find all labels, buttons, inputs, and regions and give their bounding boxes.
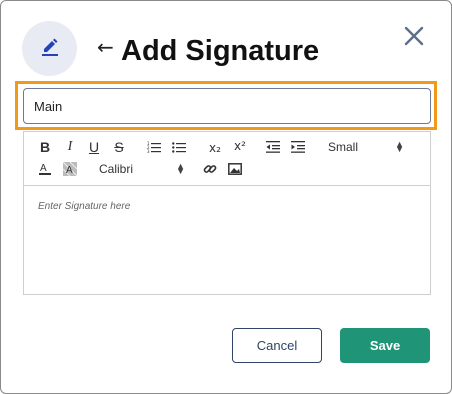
superscript-icon[interactable]: x² [229,137,251,155]
updown-icon: ▲ ▼ [395,139,404,154]
svg-text:A: A [66,165,73,176]
italic-icon[interactable]: I [61,138,79,156]
bold-icon[interactable]: B [36,138,54,156]
svg-text:A: A [40,163,47,174]
subscript-icon[interactable]: x₂ [204,139,226,157]
add-signature-dialog: ← Add Signature B I U S 1 2 3 [0,0,452,394]
font-color-icon[interactable]: A [36,160,54,178]
font-family-value: Calibri [99,162,134,176]
pen-icon [39,35,61,62]
back-arrow-icon[interactable]: ← [97,35,114,59]
font-family-select[interactable]: Calibri ▲ ▼ [99,160,185,178]
link-icon[interactable] [201,160,219,178]
highlight-color-icon[interactable]: A [61,160,79,178]
signature-editor: B I U S 1 2 3 x₂ x² Small ▲ ▼ A A Calibr… [23,131,431,295]
underline-icon[interactable]: U [85,138,103,156]
updown-icon: ▲ ▼ [176,161,185,176]
svg-text:3: 3 [147,149,150,153]
close-icon [403,25,425,52]
editor-placeholder: Enter Signature here [38,201,131,212]
cancel-button[interactable]: Cancel [232,328,322,363]
outdent-icon[interactable] [264,138,282,156]
signature-name-input[interactable] [23,88,431,124]
signature-text-area[interactable]: Enter Signature here [24,187,430,294]
strikethrough-icon[interactable]: S [110,138,128,156]
header-avatar [22,21,77,76]
save-button[interactable]: Save [340,328,430,363]
font-size-value: Small [328,140,359,154]
image-icon[interactable] [226,160,244,178]
ordered-list-icon[interactable]: 1 2 3 [145,138,163,156]
font-size-select[interactable]: Small ▲ ▼ [328,138,404,156]
indent-icon[interactable] [289,138,307,156]
close-button[interactable] [401,25,427,51]
editor-toolbar: B I U S 1 2 3 x₂ x² Small ▲ ▼ A A Calibr… [24,132,430,186]
bullet-list-icon[interactable] [170,138,188,156]
dialog-title: Add Signature [121,35,320,67]
